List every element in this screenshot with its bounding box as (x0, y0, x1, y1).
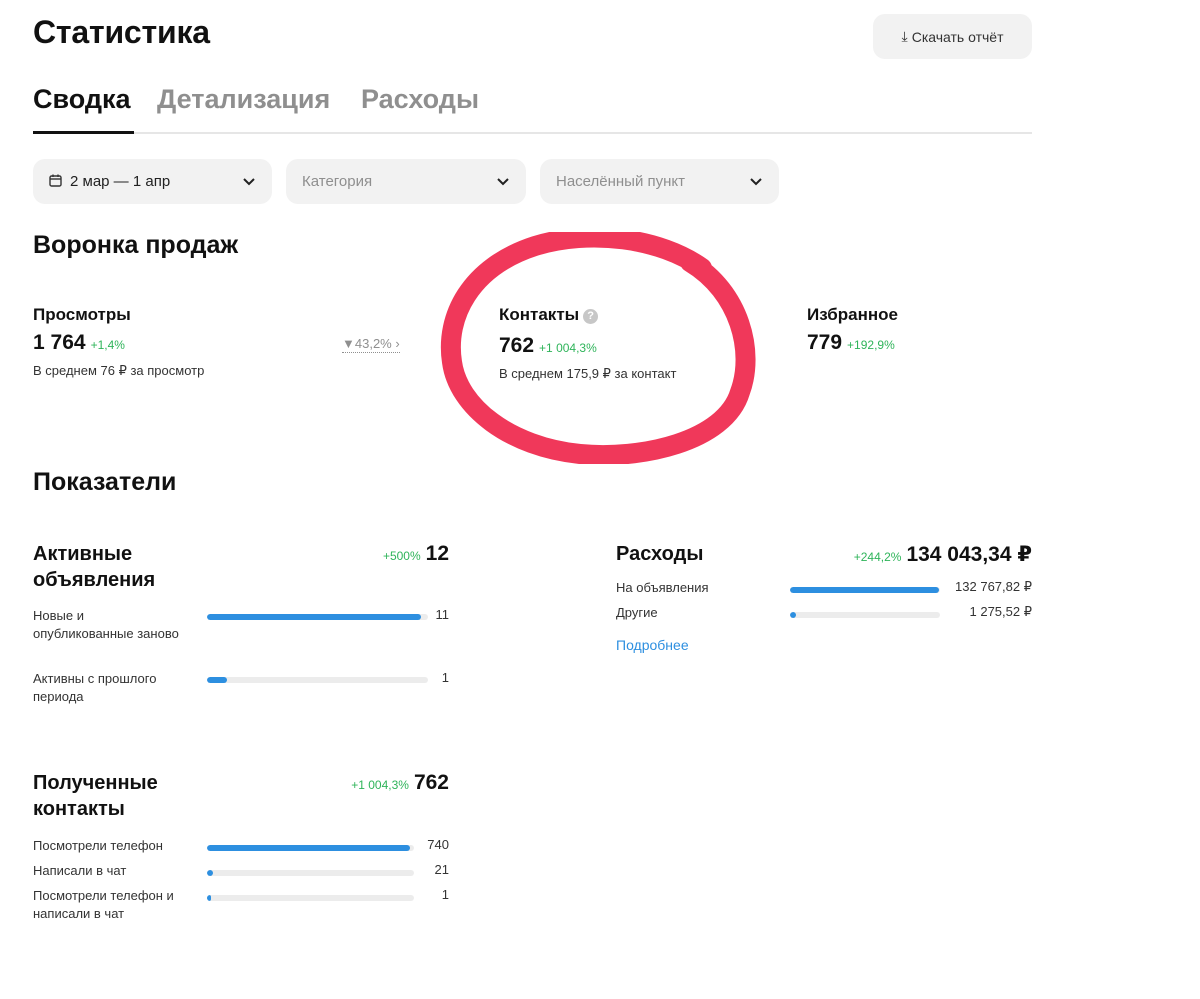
page-title: Статистика (33, 14, 210, 50)
views-average: В среднем 76 ₽ за просмотр (33, 363, 205, 378)
active-ads-delta: +500% (382, 549, 421, 563)
metrics-title: Показатели (33, 468, 177, 496)
contacts-label: Контакты (499, 305, 580, 324)
expenses-row-value: 132 767,82 ₽ (955, 579, 1032, 594)
expenses-details-link[interactable]: Подробнее (616, 637, 689, 653)
contacts-value: 762 (499, 334, 535, 357)
expenses-bar (790, 612, 940, 618)
active-ads-row-label: Активны с прошлого периода (33, 671, 157, 704)
contacts-average: В среднем 175,9 ₽ за контакт (499, 366, 677, 381)
expenses-bar-fill (790, 612, 796, 618)
expenses-title: Расходы (616, 543, 704, 565)
active-ads-bar-fill (207, 677, 227, 683)
city-placeholder: Населённый пункт (556, 173, 686, 190)
category-placeholder: Категория (302, 173, 373, 190)
period-value: 2 мар — 1 апр (70, 173, 171, 190)
active-ads-bar (207, 677, 428, 683)
views-delta: +1,4% (90, 338, 125, 352)
views-value-group: 1 764 +1,4% (33, 331, 125, 355)
active-ads-total: 12 (425, 542, 449, 565)
expenses-bar (790, 587, 940, 593)
contacts-value-group: 762 +1 004,3% (499, 334, 597, 358)
received-contacts-row-value: 740 (427, 837, 449, 852)
tab-details[interactable]: Детализация (157, 84, 330, 115)
received-contacts-bar-fill (207, 895, 212, 901)
received-contacts-bar (207, 895, 414, 901)
contacts-delta: +1 004,3% (539, 341, 597, 355)
active-ads-row-value: 11 (435, 607, 450, 622)
conversion-link[interactable]: ▼43,2% › (342, 336, 400, 353)
download-report-button[interactable]: ⤓ Скачать отчёт (873, 14, 1032, 59)
chevron-down-icon (243, 178, 255, 186)
received-contacts-row-label: Написали в чат (33, 863, 127, 878)
received-contacts-total-group: +1 004,3% 762 (250, 771, 449, 795)
received-contacts-bar (207, 870, 414, 876)
received-contacts-title: Полученные контакты (33, 772, 158, 820)
active-ads-bar (207, 614, 428, 620)
tab-expenses[interactable]: Расходы (361, 84, 479, 115)
tab-bar: Сводка Детализация Расходы (33, 84, 1032, 134)
received-contacts-delta: +1 004,3% (351, 778, 409, 792)
city-select[interactable]: Населённый пункт (540, 159, 779, 204)
active-ads-bar-fill (207, 614, 422, 620)
received-contacts-total: 762 (413, 771, 449, 794)
expenses-delta: +244,2% (853, 550, 902, 564)
active-ads-row-value: 1 (441, 670, 449, 685)
favorites-value-group: 779 +192,9% (807, 331, 895, 355)
expenses-row-label: Другие (616, 605, 658, 620)
expenses-total-group: +244,2% 134 043,34 ₽ (780, 542, 1032, 567)
contacts-label-group: Контакты? (499, 305, 599, 325)
expenses-row-label: На объявления (616, 580, 709, 595)
active-ads-row-label: Новые и опубликованные заново (33, 608, 179, 641)
expenses-bar-fill (790, 587, 939, 593)
received-contacts-row-label: Посмотрели телефон и написали в чат (33, 888, 174, 921)
received-contacts-bar-fill (207, 845, 410, 851)
received-contacts-bar (207, 845, 414, 851)
funnel-title: Воронка продаж (33, 231, 239, 259)
active-ads-total-group: +500% 12 (300, 542, 449, 566)
period-select[interactable]: 2 мар — 1 апр (33, 159, 272, 204)
download-report-label: Скачать отчёт (911, 28, 1004, 45)
views-value: 1 764 (33, 331, 86, 354)
help-icon[interactable]: ? (583, 309, 599, 324)
favorites-label: Избранное (807, 305, 898, 324)
chevron-down-icon (497, 178, 509, 186)
received-contacts-row-value: 1 (441, 887, 449, 902)
download-icon: ⤓ (901, 28, 908, 44)
annotation-circle (440, 232, 756, 464)
calendar-icon (49, 174, 62, 190)
favorites-delta: +192,9% (847, 338, 895, 352)
received-contacts-row-value: 21 (434, 862, 449, 877)
received-contacts-row-label: Посмотрели телефон (33, 838, 163, 853)
active-ads-title: Активные объявления (33, 543, 156, 591)
favorites-value: 779 (807, 331, 843, 354)
category-select[interactable]: Категория (286, 159, 526, 204)
expenses-total: 134 043,34 ₽ (906, 543, 1032, 566)
received-contacts-bar-fill (207, 870, 214, 876)
chevron-down-icon (750, 178, 762, 186)
expenses-row-value: 1 275,52 ₽ (969, 604, 1033, 619)
active-tab-underline (33, 131, 134, 134)
views-label: Просмотры (33, 305, 131, 324)
tab-summary[interactable]: Сводка (33, 84, 131, 115)
